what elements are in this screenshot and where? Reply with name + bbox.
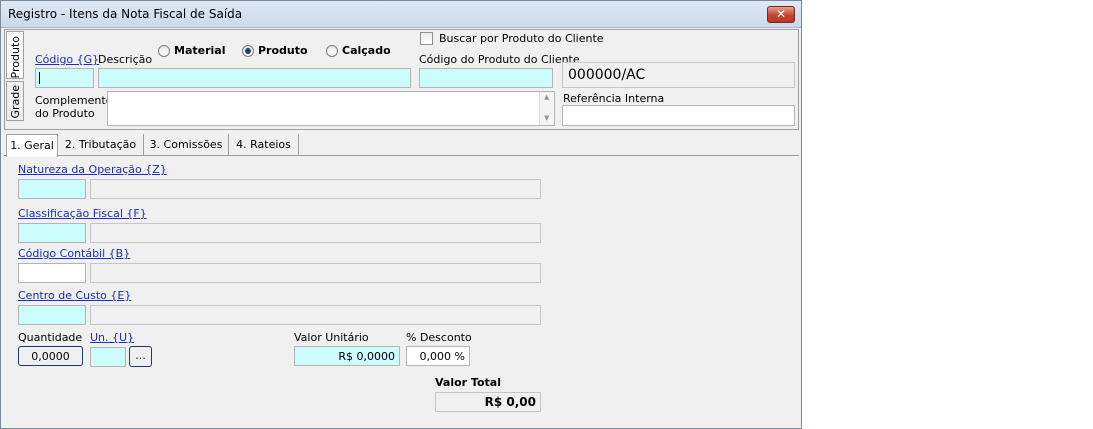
unidade-label[interactable]: Un. {U} xyxy=(90,331,134,344)
valor-unitario-input[interactable]: R$ 0,0000 xyxy=(294,346,400,366)
natureza-desc-field xyxy=(90,179,541,199)
natureza-code-input[interactable] xyxy=(18,179,86,199)
valor-total-display: R$ 0,00 xyxy=(435,392,541,412)
tab-comissoes[interactable]: 3. Comissões xyxy=(144,134,229,156)
centro-custo-desc-field xyxy=(90,305,541,325)
codigo-label[interactable]: Código {G} xyxy=(35,53,99,66)
radio-produto[interactable] xyxy=(242,45,254,57)
desconto-input[interactable]: 0,000 % xyxy=(406,346,470,366)
descricao-label: Descrição xyxy=(98,53,153,66)
radio-material-label[interactable]: Material xyxy=(174,44,225,57)
tab-comissoes-label: 3. Comissões xyxy=(149,138,223,151)
radio-calcado[interactable] xyxy=(326,45,338,57)
complemento-label-line1: Complemento xyxy=(35,94,113,107)
contabil-desc-field xyxy=(90,263,541,283)
centro-custo-label[interactable]: Centro de Custo {E} xyxy=(18,289,131,302)
tab-geral[interactable]: 1. Geral xyxy=(6,134,58,157)
valor-total-value: R$ 0,00 xyxy=(484,395,536,409)
radio-material[interactable] xyxy=(158,45,170,57)
codigo-cliente-label: Código do Produto do Cliente xyxy=(419,53,580,66)
codigo-input[interactable] xyxy=(35,68,94,88)
item-dialog-window: Registro - Itens da Nota Fiscal de Saída… xyxy=(0,0,802,429)
window-title: Registro - Itens da Nota Fiscal de Saída xyxy=(8,7,243,21)
unidade-lookup-button[interactable]: ... xyxy=(129,346,152,367)
centro-custo-code-input[interactable] xyxy=(18,305,86,325)
natureza-label[interactable]: Natureza da Operação {Z} xyxy=(18,163,167,176)
side-tab-produto[interactable]: Produto xyxy=(6,31,24,79)
radio-calcado-label[interactable]: Calçado xyxy=(342,44,391,57)
ellipsis-icon: ... xyxy=(135,349,146,362)
complemento-label-line2: do Produto xyxy=(35,107,95,120)
valor-unitario-value: R$ 0,0000 xyxy=(338,350,395,363)
radio-produto-label[interactable]: Produto xyxy=(258,44,308,57)
referencia-label: Referência Interna xyxy=(563,92,665,105)
quantidade-value: 0,0000 xyxy=(31,350,70,363)
tab-rateios-label: 4. Rateios xyxy=(236,138,291,151)
descricao-input[interactable] xyxy=(98,68,411,88)
quantidade-input[interactable]: 0,0000 xyxy=(18,346,83,366)
valor-unitario-label: Valor Unitário xyxy=(294,331,369,344)
referencia-input[interactable] xyxy=(562,105,795,126)
codigo-cliente-input[interactable] xyxy=(419,68,553,88)
radio-selected-dot xyxy=(245,48,251,54)
buscar-cliente-checkbox[interactable] xyxy=(420,32,433,45)
valor-total-label: Valor Total xyxy=(435,376,501,389)
quantidade-label: Quantidade xyxy=(18,331,83,344)
tab-geral-label: 1. Geral xyxy=(10,139,54,152)
unidade-input[interactable] xyxy=(90,347,126,367)
text-cursor xyxy=(39,72,40,84)
code-display: 000000/AC xyxy=(562,62,795,88)
side-tab-grade[interactable]: Grade xyxy=(6,81,24,121)
scroll-up-icon[interactable]: ▲ xyxy=(544,93,549,101)
tab-rateios[interactable]: 4. Rateios xyxy=(229,134,299,156)
complemento-textarea[interactable]: ▲ ▼ xyxy=(107,91,555,126)
close-icon: ✕ xyxy=(775,7,787,21)
tab-tributacao-label: 2. Tributação xyxy=(64,138,137,151)
title-bar: Registro - Itens da Nota Fiscal de Saída… xyxy=(1,1,801,28)
classificacao-desc-field xyxy=(90,223,541,243)
buscar-cliente-label[interactable]: Buscar por Produto do Cliente xyxy=(439,32,604,45)
classificacao-code-input[interactable] xyxy=(18,223,86,243)
contabil-label[interactable]: Código Contábil {B} xyxy=(18,247,130,260)
classificacao-label[interactable]: Classificação Fiscal {F} xyxy=(18,207,147,220)
side-tab-produto-label: Produto xyxy=(9,36,22,79)
code-display-value: 000000/AC xyxy=(568,67,646,83)
tab-tributacao[interactable]: 2. Tributação xyxy=(58,134,144,156)
contabil-code-input[interactable] xyxy=(18,263,86,283)
scroll-down-icon[interactable]: ▼ xyxy=(544,114,549,122)
side-tab-grade-label: Grade xyxy=(9,85,22,119)
complemento-scrollbar[interactable]: ▲ ▼ xyxy=(539,92,554,125)
desconto-label: % Desconto xyxy=(406,331,472,344)
close-button[interactable]: ✕ xyxy=(767,6,795,23)
desconto-value: 0,000 % xyxy=(419,350,465,363)
